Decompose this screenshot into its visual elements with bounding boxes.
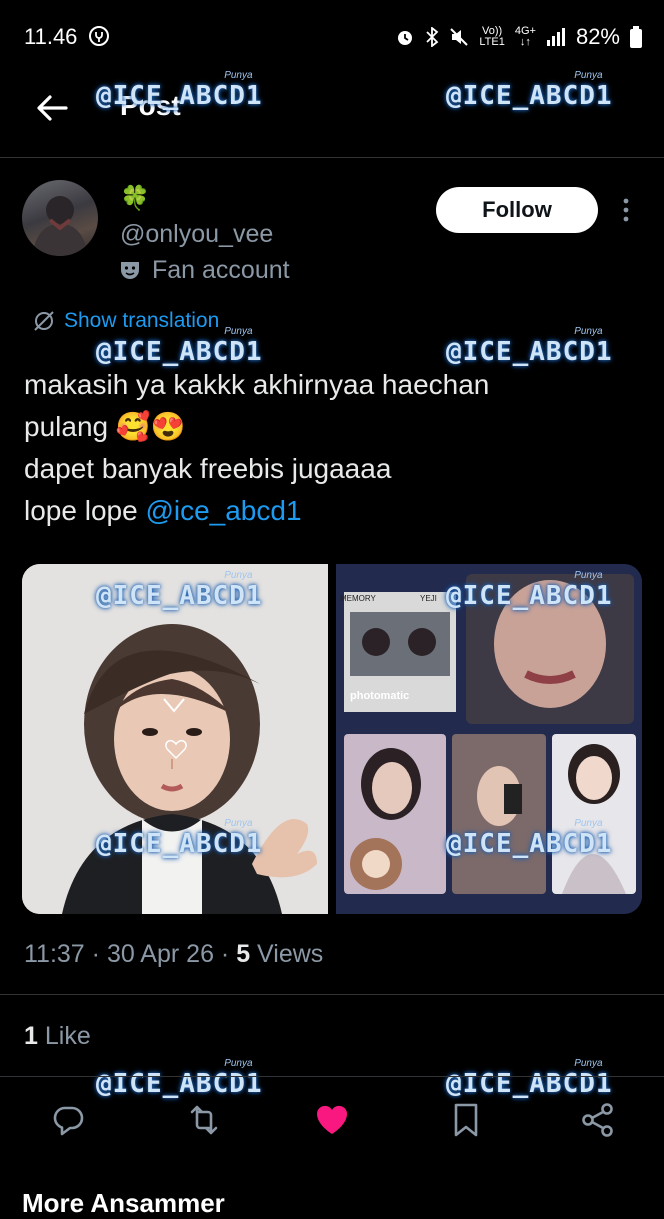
watermark-text: @ICE_ABCD1	[96, 337, 263, 367]
battery-percent: 82%	[575, 24, 620, 49]
watermark: Punya @ICE_ABCD1	[446, 326, 613, 367]
watermark-sub: Punya	[574, 570, 603, 581]
post-time: 11:37	[24, 940, 85, 968]
watermark-text: @ICE_ABCD1	[446, 1069, 613, 1099]
header-divider	[0, 157, 664, 158]
more-vertical-icon[interactable]	[614, 196, 638, 224]
watermark-text: @ICE_ABCD1	[96, 829, 263, 859]
network-indicator: Vo)) LTE1	[479, 26, 504, 48]
photocard-image	[22, 564, 328, 914]
display-name[interactable]: 🍀	[120, 184, 150, 213]
follow-button[interactable]: Follow	[436, 187, 598, 233]
avatar[interactable]	[22, 180, 98, 256]
mute-icon	[450, 28, 469, 46]
mask-icon	[121, 262, 139, 279]
bluetooth-icon	[426, 27, 439, 47]
alarm-icon	[398, 31, 413, 45]
watermark: Punya @ICE_ABCD1	[446, 1058, 613, 1099]
watermark: Punya @ICE_ABCD1	[96, 70, 263, 111]
watermark-text: @ICE_ABCD1	[96, 1069, 263, 1099]
watermark-text: @ICE_ABCD1	[446, 581, 613, 611]
watermark-sub: Punya	[224, 818, 253, 829]
photomatic-label: photomatic	[350, 690, 410, 702]
watermark-sub: Punya	[224, 1058, 253, 1069]
media-photo-left[interactable]	[22, 564, 328, 914]
mention-link[interactable]: @ice_abcd1	[145, 495, 301, 526]
account-label[interactable]: Fan account	[152, 256, 290, 285]
tweet-line-3: dapet banyak freebis jugaaaa	[24, 453, 392, 484]
yeji-label: YEJI	[420, 594, 437, 603]
network-bottom: LTE1	[479, 36, 505, 48]
reply-icon[interactable]	[48, 1100, 88, 1140]
watermark-text: @ICE_ABCD1	[446, 81, 613, 111]
tweet-line-1: makasih ya kakkk akhirnyaa haechan	[24, 369, 490, 400]
tweet-emoji: 🥰😍	[115, 411, 186, 442]
heart-icon[interactable]	[312, 1100, 352, 1140]
watermark-sub: Punya	[574, 818, 603, 829]
watermark-text: @ICE_ABCD1	[446, 337, 613, 367]
watermark-text: @ICE_ABCD1	[96, 581, 263, 611]
watermark-sub: Punya	[224, 326, 253, 337]
watermark-sub: Punya	[224, 570, 253, 581]
tweet-line-2-text: pulang	[24, 411, 116, 442]
watermark-sub: Punya	[224, 70, 253, 81]
status-icons: Vo)) LTE1 4G+ ↓↑ 82%	[395, 24, 642, 50]
watermark: Punya @ICE_ABCD1	[96, 818, 263, 859]
status-time: 11.46	[24, 24, 110, 50]
whatsapp-icon	[88, 26, 109, 46]
engagement-divider	[0, 1076, 664, 1077]
media-photo-right[interactable]: photomatic MEMORY YEJI	[336, 564, 642, 914]
watermark: Punya @ICE_ABCD1	[446, 570, 613, 611]
watermark-sub: Punya	[574, 1058, 603, 1069]
views-label[interactable]: Views	[257, 940, 323, 968]
avatar-image	[32, 196, 88, 256]
meta-divider	[0, 994, 664, 995]
status-time-text: 11.46	[24, 24, 78, 49]
watermark-sub: Punya	[574, 326, 603, 337]
tweet-line-2: pulang 🥰😍	[24, 406, 644, 448]
data-arrows: ↓↑	[519, 36, 531, 48]
more-replies-heading: More Ansammer	[22, 1188, 225, 1218]
likes-count: 1	[24, 1022, 38, 1050]
signal-icon	[546, 28, 565, 46]
likes-label: Like	[44, 1022, 91, 1050]
bookmark-icon[interactable]	[446, 1100, 486, 1140]
memory-label: MEMORY	[340, 594, 376, 603]
watermark: Punya @ICE_ABCD1	[446, 818, 613, 859]
watermark-text: @ICE_ABCD1	[96, 81, 263, 111]
watermark: Punya @ICE_ABCD1	[446, 70, 613, 111]
share-icon[interactable]	[578, 1100, 618, 1140]
author-handle[interactable]: @onlyou_vee	[120, 220, 273, 249]
views-count: 5	[236, 940, 251, 968]
likes-summary[interactable]: 1 Like	[24, 1022, 91, 1051]
tweet-line-4: lope lope @ice_abcd1	[24, 490, 644, 532]
tweet-text: makasih ya kakkk akhirnyaa haechan pulan…	[24, 364, 644, 532]
retweet-icon[interactable]	[184, 1100, 224, 1140]
post-timestamp: 11:37 · 30 Apr 26 · 5 Views	[24, 940, 324, 968]
photocard-collection-image	[336, 564, 642, 914]
watermark: Punya @ICE_ABCD1	[96, 1058, 263, 1099]
tweet-line-4-text: lope lope	[24, 495, 146, 526]
watermark: Punya @ICE_ABCD1	[96, 570, 263, 611]
translate-icon[interactable]	[32, 309, 56, 333]
gen-indicator: 4G+ ↓↑	[515, 26, 536, 48]
watermark-text: @ICE_ABCD1	[446, 829, 613, 859]
post-date: 30 Apr 26	[106, 940, 214, 968]
watermark: Punya @ICE_ABCD1	[96, 326, 263, 367]
back-arrow-icon[interactable]	[32, 88, 72, 128]
watermark-sub: Punya	[574, 70, 603, 81]
battery-icon	[630, 26, 642, 48]
